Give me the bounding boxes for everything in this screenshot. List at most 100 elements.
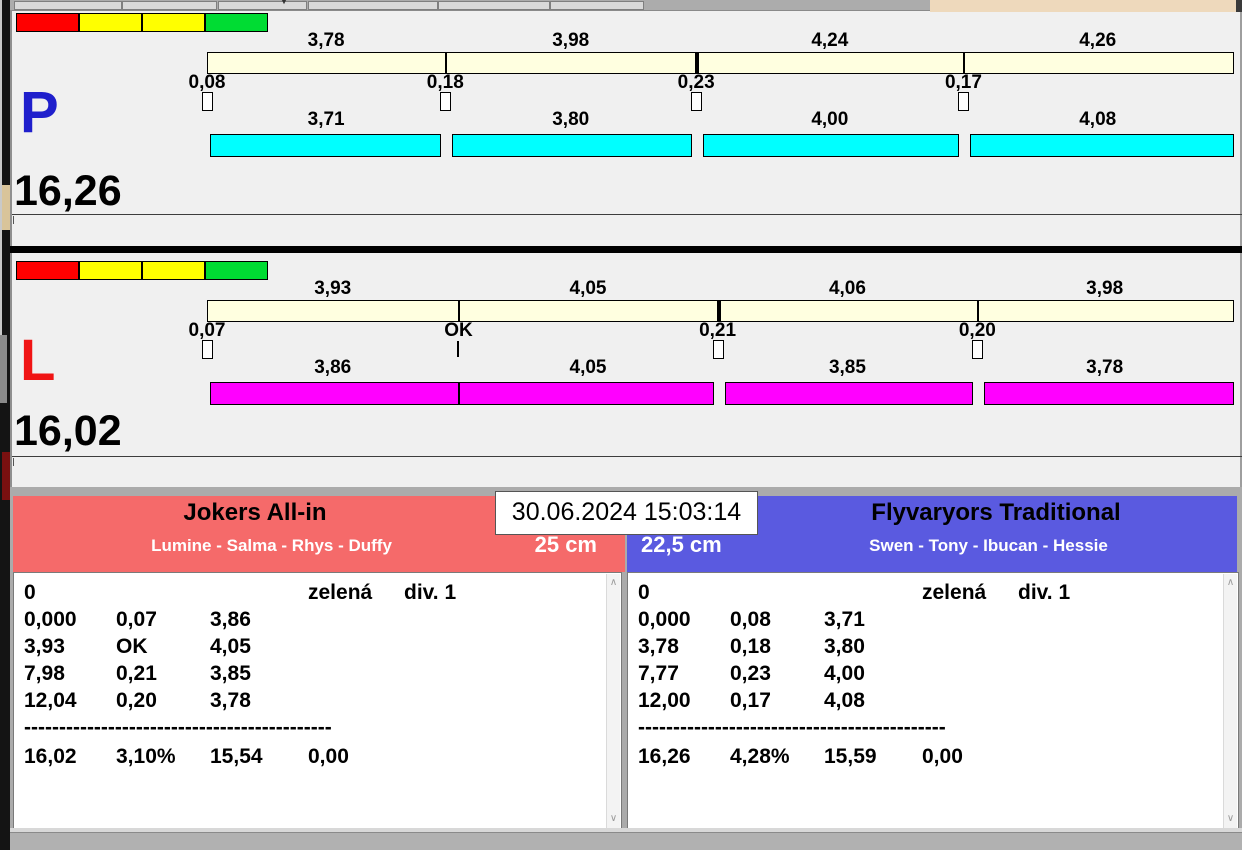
window-footer: [10, 832, 1242, 850]
exchange-marker-box: [691, 92, 703, 111]
exchange-time-label: 0,23: [677, 72, 715, 93]
cumulative-time-cell: 3,78: [638, 635, 679, 658]
toolbar-segment: [122, 1, 217, 10]
split-row: 12,04 0,20 3,78: [14, 687, 621, 714]
run-time-label: 4,08: [1079, 109, 1117, 130]
scroll-up-icon[interactable]: ∧: [607, 578, 620, 588]
run-time-bar: [984, 382, 1234, 405]
exchange-marker-tick: [457, 341, 460, 357]
run-time-label: 3,86: [314, 357, 352, 378]
traffic-strip-cell: [16, 13, 79, 32]
traffic-strip-cell: [205, 13, 268, 32]
lane-total-time: 16,02: [14, 407, 122, 455]
run-time-label: 3,80: [552, 109, 590, 130]
split-bar-divider: [716, 301, 721, 321]
team-left-members: Lumine - Salma - Rhys - Duffy: [151, 536, 392, 555]
run-time-label: 4,05: [569, 357, 607, 378]
exchange-marker-box: [958, 92, 970, 111]
traffic-strip-cell: [142, 13, 205, 32]
totals-row: 16,26 4,28% 15,59 0,00: [628, 743, 1238, 770]
toolbar-segment: [218, 1, 307, 10]
background-fragment: [0, 335, 7, 403]
split-row: 0,000 0,07 3,86: [14, 606, 621, 633]
exchange-marker-box: [202, 340, 213, 359]
split-row: 3,93 OK 4,05: [14, 633, 621, 660]
total-time-cell: 16,02: [24, 745, 77, 768]
lane-separator-line: [12, 456, 1242, 457]
run-time-bar: [459, 382, 714, 405]
penalty-cell: 0,00: [922, 745, 963, 768]
lane-separator-tick: [13, 458, 14, 466]
loss-percent-cell: 3,10%: [116, 745, 176, 768]
net-time-cell: 15,59: [824, 745, 877, 768]
traffic-strip-cell: [16, 261, 79, 280]
division-cell: div. 1: [1018, 581, 1071, 604]
scroll-up-icon[interactable]: ∧: [1224, 578, 1237, 588]
run-time-label: 4,00: [811, 109, 849, 130]
exchange-marker-box: [440, 92, 452, 111]
run-time-bar: [210, 382, 460, 405]
toolbar-segment: [308, 1, 438, 10]
toolbar-segment: [14, 1, 122, 10]
totals-row: 16,02 3,10% 15,54 0,00: [14, 743, 621, 770]
exchange-time-label: 0,17: [944, 72, 982, 93]
run-time-cell: 4,08: [824, 689, 865, 712]
lane-letter: P: [20, 80, 59, 145]
background-scrollbar-fragment: [0, 0, 2, 340]
toolbar-caret-icon: ▾: [282, 0, 287, 6]
team-left-name: Jokers All-in: [183, 499, 327, 526]
split-time-label: 3,93: [314, 278, 352, 299]
split-time-label: 4,24: [811, 30, 849, 51]
split-row: 0,000 0,08 3,71: [628, 606, 1238, 633]
run-time-bar: [452, 134, 693, 157]
total-time-cell: 16,26: [638, 745, 691, 768]
lane-divider-bar: [10, 246, 1242, 253]
attempt-number-cell: 0: [24, 581, 36, 604]
exchange-time-cell: 0,07: [116, 608, 157, 631]
exchange-marker-box: [972, 340, 984, 359]
toolbar-segment: [438, 1, 550, 10]
exchange-time-label: 0,07: [188, 320, 226, 341]
background-toolbar: ▾: [10, 0, 930, 11]
exchange-time-cell: 0,18: [730, 635, 771, 658]
division-cell: div. 1: [404, 581, 457, 604]
run-time-label: 3,85: [828, 357, 866, 378]
exchange-time-cell: 0,21: [116, 662, 157, 685]
scroll-down-icon[interactable]: ∨: [607, 814, 620, 824]
run-time-bar: [703, 134, 960, 157]
split-bar-divider: [977, 301, 980, 321]
exchange-time-label: 0,21: [699, 320, 737, 341]
run-time-label: 3,78: [1086, 357, 1124, 378]
team-right-name: Flyvaryors Traditional: [871, 499, 1121, 526]
split-time-label: 4,26: [1079, 30, 1117, 51]
traffic-strip-cell: [79, 13, 142, 32]
split-time-label: 3,98: [552, 30, 590, 51]
split-row: 7,98 0,21 3,85: [14, 660, 621, 687]
cumulative-time-cell: 7,98: [24, 662, 65, 685]
separator-dashes: ----------------------------------------…: [638, 716, 946, 739]
split-row: 3,78 0,18 3,80: [628, 633, 1238, 660]
split-time-label: 4,06: [828, 278, 866, 299]
penalty-cell: 0,00: [308, 745, 349, 768]
exchange-time-cell: 0,20: [116, 689, 157, 712]
table-row: 0 zelená div. 1: [628, 579, 1238, 606]
traffic-strip-cell: [142, 261, 205, 280]
scroll-down-icon[interactable]: ∨: [1224, 814, 1237, 824]
datetime-display: 30.06.2024 15:03:14: [495, 491, 758, 535]
exchange-marker-box: [202, 92, 213, 111]
run-time-cell: 3,85: [210, 662, 251, 685]
background-window-edge: [1236, 0, 1242, 12]
team-right-distance: 22,5 cm: [641, 532, 722, 557]
run-time-cell: 4,05: [210, 635, 251, 658]
split-time-label: 3,78: [307, 30, 345, 51]
split-bar-divider: [458, 301, 461, 321]
lane-separator-line: [12, 214, 1242, 215]
table-scrollbar[interactable]: ∧ ∨: [1223, 574, 1237, 828]
toolbar-segment: [550, 1, 644, 10]
exchange-time-cell: 0,23: [730, 662, 771, 685]
team-left-results-table: 0 zelená div. 1 0,000 0,07 3,86 3,93 OK 4,05 7,98…: [13, 572, 622, 830]
split-time-bar: [207, 52, 1234, 74]
split-row: 12,00 0,17 4,08: [628, 687, 1238, 714]
table-scrollbar[interactable]: ∧ ∨: [606, 574, 620, 828]
loss-percent-cell: 4,28%: [730, 745, 790, 768]
